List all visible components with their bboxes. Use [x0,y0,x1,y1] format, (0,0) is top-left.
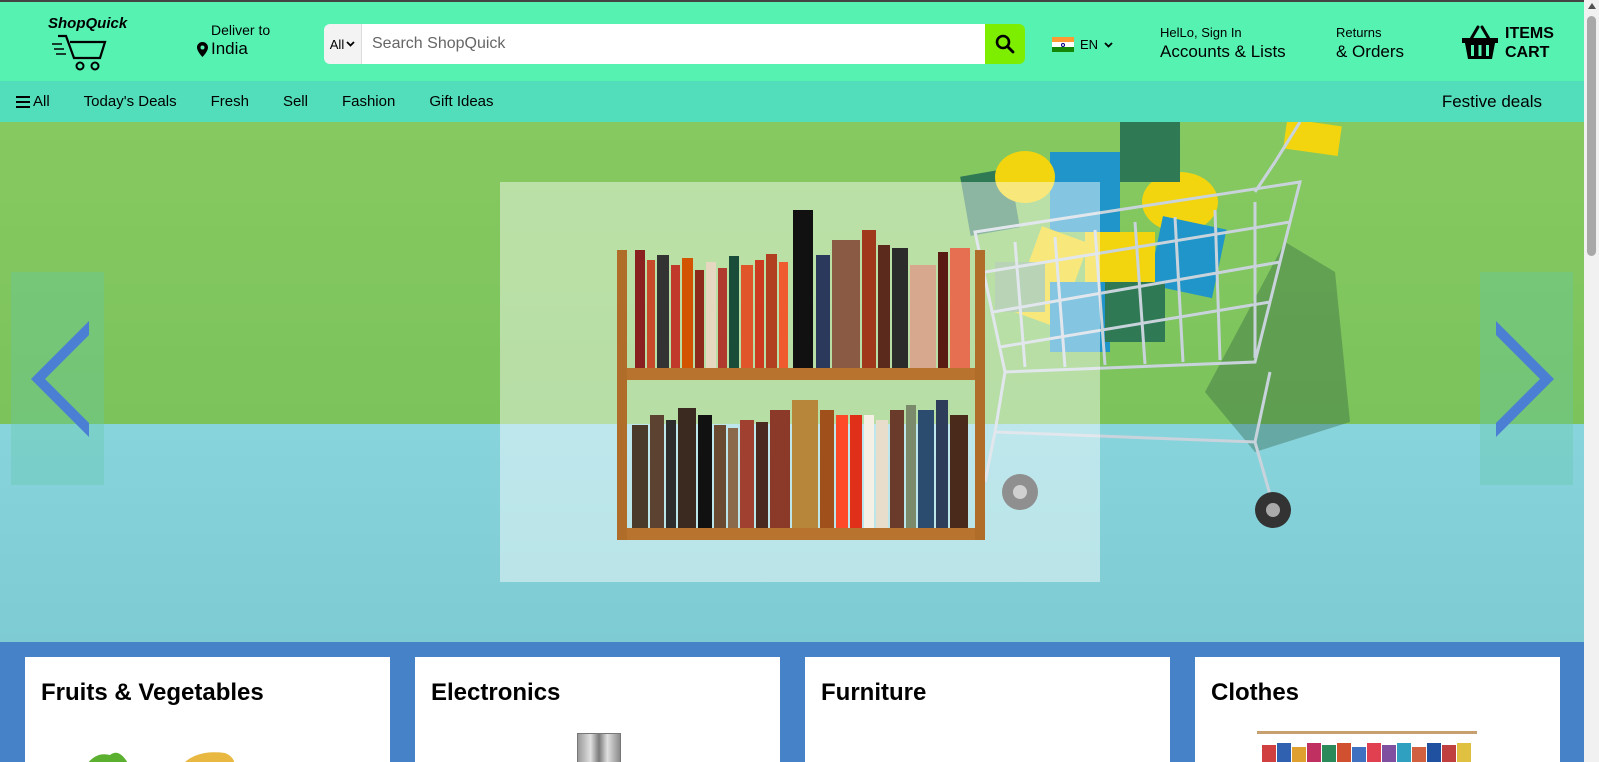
category-title: Clothes [1211,679,1300,706]
nav-item-fresh[interactable]: Fresh [211,93,249,110]
clothes-rack-image [1257,731,1477,762]
page-scrollbar[interactable] [1584,0,1599,762]
category-title: Fruits & Vegetables [41,679,264,706]
logo[interactable]: ShopQuick [46,12,136,72]
nav-all-menu[interactable]: All [16,93,50,110]
category-card-fruits-vegetables[interactable]: Fruits & Vegetables [25,657,390,762]
cart-label: ITEMS CART [1505,24,1554,62]
category-card-clothes[interactable]: Clothes [1195,657,1560,762]
search-button[interactable] [985,24,1025,64]
nav-item-fashion[interactable]: Fashion [342,93,395,110]
search-input[interactable] [362,24,985,64]
search-bar: All [324,24,1025,64]
deliver-country-text: India [211,39,248,58]
nav-bar: All Today's Deals Fresh Sell Fashion Gif… [0,81,1584,122]
deliver-label: Deliver to [211,22,271,38]
nav-item-todays-deals[interactable]: Today's Deals [84,93,177,110]
cart-label-line1: ITEMS [1505,25,1554,42]
nav-all-label: All [33,93,50,110]
search-category-label: All [329,36,345,52]
logo-cart-icon [52,34,107,71]
chevron-down-icon [346,41,355,47]
account-menu[interactable]: HelLo, Sign In Accounts & Lists [1160,25,1286,62]
cart-button[interactable]: ITEMS CART [1461,24,1554,62]
account-greeting: HelLo, Sign In [1160,25,1242,40]
nav-item-gift-ideas[interactable]: Gift Ideas [429,93,493,110]
orders-label: & Orders [1336,42,1405,61]
cart-label-line2: CART [1505,44,1550,61]
hamburger-icon [16,95,30,108]
nav-item-sell[interactable]: Sell [283,93,308,110]
returns-orders[interactable]: Returns & Orders [1336,25,1404,62]
fruits-vegetables-image [88,752,235,762]
deliver-to[interactable]: Deliver to India [197,22,270,59]
hero-carousel [0,122,1584,642]
location-pin-icon [197,41,208,57]
scroll-thumb[interactable] [1587,16,1596,256]
language-label: EN [1080,37,1099,52]
category-strip: Fruits & Vegetables Electronics Furnitur… [0,642,1584,762]
search-icon [995,34,1015,54]
deliver-country: India [197,39,270,59]
category-title: Furniture [821,679,927,706]
category-card-electronics[interactable]: Electronics [415,657,780,762]
hero-bookshelf-image [617,210,985,540]
returns-label: Returns [1336,25,1382,40]
language-selector[interactable]: EN [1052,37,1113,52]
scroll-up-arrow-icon[interactable] [1588,3,1596,9]
account-label: Accounts & Lists [1160,42,1286,61]
chevron-right-icon [1495,320,1554,437]
category-card-furniture[interactable]: Furniture [805,657,1170,762]
carousel-prev-button[interactable] [11,272,104,485]
top-header: ShopQuick Deliver to India All Search Sh… [0,0,1584,81]
carousel-next-button[interactable] [1480,272,1573,485]
electronics-image [577,733,621,762]
nav-festive-deals[interactable]: Festive deals [1442,92,1542,112]
basket-icon [1462,25,1498,59]
category-title: Electronics [431,679,561,706]
search-category-select[interactable]: All [324,24,362,64]
india-flag-icon [1052,37,1074,52]
chevron-left-icon [30,320,89,437]
chevron-down-icon [1104,41,1113,48]
